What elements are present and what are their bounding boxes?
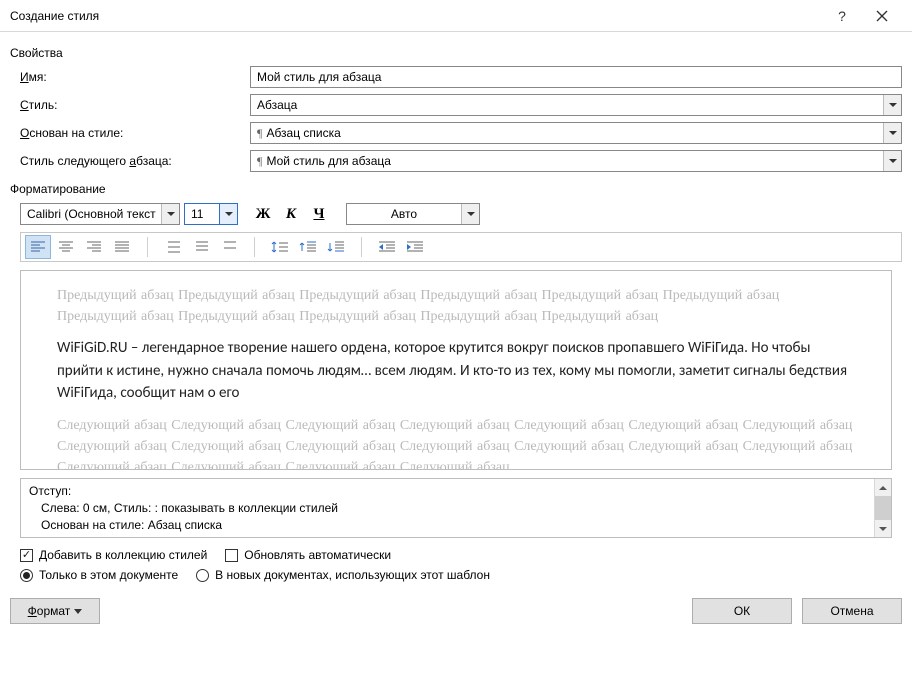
font-combo-value: Calibri (Основной текст [21,207,161,221]
scroll-down-button[interactable] [875,520,891,537]
radio-unchecked-icon [196,569,209,582]
increase-indent-button[interactable] [402,235,428,259]
preview-sample: WiFiGiD.RU – легендарное творение нашего… [57,337,855,405]
separator [254,237,255,257]
font-color-value: Авто [347,207,461,221]
name-input[interactable] [250,66,902,88]
description-box: Отступ: Слева: 0 см, Стиль: : показывать… [20,478,892,538]
based-on-label: Основан на стиле: [20,126,250,140]
align-center-button[interactable] [53,235,79,259]
close-icon [876,10,888,22]
name-label: Имя: [20,70,250,84]
space-after-button[interactable] [323,235,349,259]
format-menu-button[interactable]: Формат [10,598,100,624]
scroll-up-button[interactable] [875,479,891,496]
add-to-collection-label: Добавить в коллекцию стилей [39,548,207,562]
preview-next: Следующий абзац Следующий абзац Следующи… [57,415,855,471]
next-style-combo[interactable]: ¶Мой стиль для абзаца [250,150,902,172]
font-color-combo[interactable]: Авто [346,203,480,225]
desc-line3: Основан на стиле: Абзац списка [29,517,866,534]
new-documents-radio[interactable]: В новых документах, использующих этот ша… [196,568,490,582]
only-this-document-label: Только в этом документе [39,568,178,582]
help-button[interactable]: ? [822,0,862,32]
radio-checked-icon [20,569,33,582]
desc-line1: Отступ: [29,483,866,500]
style-combo-value: Абзаца [251,98,883,112]
bold-button[interactable]: Ж [250,202,276,226]
spacing-15-button[interactable] [188,235,214,259]
close-button[interactable] [862,0,902,32]
align-justify-button[interactable] [109,235,135,259]
align-right-button[interactable] [81,235,107,259]
separator [147,237,148,257]
paragraph-toolbar [20,232,902,262]
desc-line2: Слева: 0 см, Стиль: : показывать в колле… [29,500,866,517]
font-size-combo[interactable]: 11 [184,203,238,225]
space-before-button[interactable] [295,235,321,259]
based-on-combo-button[interactable] [883,123,901,143]
based-on-combo-value: ¶Абзац списка [251,126,883,141]
chevron-down-icon [467,212,475,216]
next-style-label: Стиль следующего абзаца: [20,154,250,168]
font-size-button[interactable] [219,204,237,224]
next-style-combo-value: ¶Мой стиль для абзаца [251,154,883,169]
formatting-label: Форматирование [10,182,902,196]
chevron-down-icon [167,212,175,216]
font-size-value: 11 [185,207,219,221]
chevron-down-icon [889,103,897,107]
underline-button[interactable]: Ч [306,202,332,226]
spacing-1-button[interactable] [160,235,186,259]
cancel-button[interactable]: Отмена [802,598,902,624]
style-combo[interactable]: Абзаца [250,94,902,116]
properties-label: Свойства [10,46,902,60]
description-scrollbar[interactable] [874,479,891,537]
align-left-button[interactable] [25,235,51,259]
chevron-down-icon [889,131,897,135]
preview-pane: Предыдущий абзац Предыдущий абзац Предыд… [20,270,892,470]
new-documents-label: В новых документах, использующих этот ша… [215,568,490,582]
font-combo[interactable]: Calibri (Основной текст [20,203,180,225]
style-combo-button[interactable] [883,95,901,115]
chevron-down-icon [225,212,233,216]
scroll-thumb[interactable] [875,496,891,520]
auto-update-label: Обновлять автоматически [244,548,391,562]
italic-button[interactable]: К [278,202,304,226]
next-style-combo-button[interactable] [883,151,901,171]
checkbox-checked-icon: ✓ [20,549,33,562]
line-spacing-button[interactable] [267,235,293,259]
chevron-down-icon [889,159,897,163]
auto-update-checkbox[interactable]: Обновлять автоматически [225,548,391,562]
pilcrow-icon: ¶ [257,126,262,141]
titlebar: Создание стиля ? [0,0,912,32]
only-this-document-radio[interactable]: Только в этом документе [20,568,178,582]
ok-button[interactable]: ОК [692,598,792,624]
spacing-2-button[interactable] [216,235,242,259]
chevron-down-icon [879,527,887,531]
separator [361,237,362,257]
based-on-combo[interactable]: ¶Абзац списка [250,122,902,144]
chevron-up-icon [879,486,887,490]
add-to-collection-checkbox[interactable]: ✓ Добавить в коллекцию стилей [20,548,207,562]
dropdown-arrow-icon [74,609,82,614]
decrease-indent-button[interactable] [374,235,400,259]
preview-previous: Предыдущий абзац Предыдущий абзац Предыд… [57,285,855,327]
checkbox-unchecked-icon [225,549,238,562]
style-label: Стиль: [20,98,250,112]
pilcrow-icon: ¶ [257,154,262,169]
font-color-button[interactable] [461,204,479,224]
window-title: Создание стиля [10,9,822,23]
font-combo-button[interactable] [161,204,179,224]
